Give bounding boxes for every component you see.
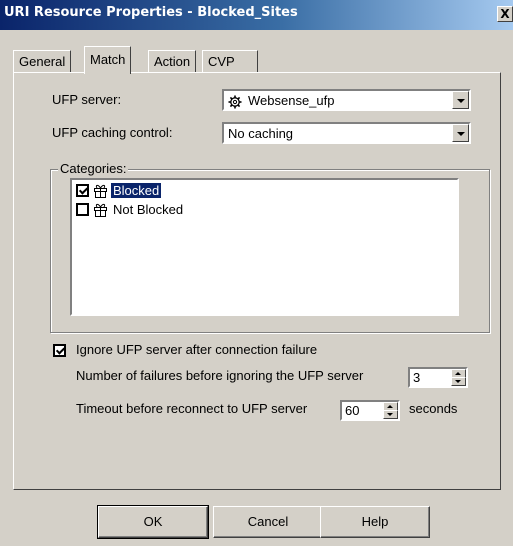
ignore-ufp-label: Ignore UFP server after connection failu… — [76, 342, 318, 357]
ufp-caching-value: No caching — [228, 126, 294, 141]
ufp-server-dropdown[interactable]: Websense_ufp — [222, 89, 471, 111]
chevron-down-icon[interactable] — [452, 91, 469, 109]
timeout-label: Timeout before reconnect to UFP server — [76, 401, 308, 416]
failures-value: 3 — [413, 370, 421, 385]
category-checkbox[interactable] — [76, 203, 89, 216]
gear-icon — [228, 95, 242, 109]
ufp-caching-dropdown[interactable]: No caching — [222, 122, 471, 144]
category-label: Not Blocked — [113, 202, 184, 217]
categories-label: Categories: — [58, 161, 129, 176]
timeout-unit: seconds — [409, 401, 458, 416]
cancel-button[interactable]: Cancel — [213, 506, 323, 538]
timeout-stepper[interactable]: 60 — [340, 400, 400, 421]
gift-icon — [94, 203, 107, 217]
help-button[interactable]: Help — [320, 506, 430, 538]
chevron-down-icon[interactable] — [452, 124, 469, 142]
spin-down-icon[interactable] — [451, 377, 466, 386]
ok-button[interactable]: OK — [97, 505, 209, 539]
category-label: Blocked — [111, 183, 162, 198]
failures-stepper[interactable]: 3 — [408, 367, 468, 388]
timeout-value: 60 — [345, 403, 360, 418]
category-checkbox[interactable] — [76, 184, 89, 197]
categories-list[interactable]: Blocked Not Blocked — [70, 178, 459, 316]
gift-icon — [94, 184, 107, 198]
ufp-caching-label: UFP caching control: — [52, 125, 173, 140]
ufp-server-value: Websense_ufp — [248, 93, 335, 108]
ufp-server-label: UFP server: — [52, 92, 122, 107]
ignore-ufp-checkbox[interactable] — [53, 344, 66, 357]
failures-label: Number of failures before ignoring the U… — [76, 368, 364, 383]
spin-down-icon[interactable] — [383, 410, 398, 419]
